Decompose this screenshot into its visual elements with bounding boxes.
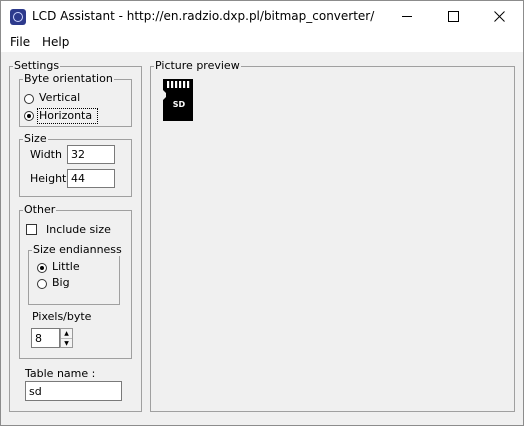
title-bar[interactable]: LCD Assistant - http://en.radzio.dxp.pl/… xyxy=(1,1,523,32)
spin-up-icon[interactable]: ▲ xyxy=(61,329,72,338)
settings-group: Settings Byte orientation Vertical Horiz… xyxy=(9,59,142,412)
size-group: Size Width Height xyxy=(19,132,132,197)
big-radio[interactable] xyxy=(37,279,47,289)
size-endianness-label: Size endianness xyxy=(32,243,123,256)
spin-down-icon[interactable]: ▼ xyxy=(61,338,72,348)
height-label: Height xyxy=(30,172,67,185)
settings-group-label: Settings xyxy=(13,59,61,72)
byte-orientation-label: Byte orientation xyxy=(23,72,114,85)
minimize-icon xyxy=(402,16,412,17)
pixels-per-byte-input[interactable] xyxy=(31,328,60,348)
size-group-label: Size xyxy=(23,132,48,145)
width-input[interactable] xyxy=(67,145,115,164)
close-icon xyxy=(493,11,505,22)
pixels-per-byte-spinner[interactable]: ▲ ▼ xyxy=(60,328,73,348)
vertical-radio[interactable] xyxy=(24,94,34,104)
little-radio-label[interactable]: Little xyxy=(52,260,80,273)
sd-card-text: SD xyxy=(173,100,186,109)
horizontal-radio-label[interactable]: Horizonta xyxy=(39,109,92,122)
width-label: Width xyxy=(30,148,62,161)
sd-card-image: SD xyxy=(163,79,193,121)
height-input[interactable] xyxy=(67,169,115,188)
other-group: Other Include size Size endianness Littl… xyxy=(19,203,132,359)
close-button[interactable] xyxy=(476,1,522,32)
horizontal-radio[interactable] xyxy=(24,111,34,121)
size-endianness-group: Size endianness Little Big xyxy=(28,243,123,305)
other-group-label: Other xyxy=(23,203,57,216)
menu-bar: File Help xyxy=(1,32,523,52)
maximize-button[interactable] xyxy=(430,1,476,32)
picture-preview-label: Picture preview xyxy=(154,59,241,72)
client-area: Settings Byte orientation Vertical Horiz… xyxy=(1,52,523,425)
byte-orientation-group: Byte orientation Vertical Horizonta xyxy=(19,72,132,127)
little-radio[interactable] xyxy=(37,263,47,273)
minimize-button[interactable] xyxy=(384,1,430,32)
maximize-icon xyxy=(447,11,459,22)
pixels-per-byte-label: Pixels/byte xyxy=(32,310,92,323)
include-size-label[interactable]: Include size xyxy=(46,223,111,236)
app-logo-icon[interactable] xyxy=(10,9,26,25)
table-name-input[interactable] xyxy=(25,381,122,401)
table-name-label: Table name : xyxy=(25,367,96,380)
big-radio-label[interactable]: Big xyxy=(52,276,70,289)
menu-help[interactable]: Help xyxy=(42,35,69,49)
include-size-checkbox[interactable] xyxy=(26,224,37,235)
picture-preview-group: Picture preview xyxy=(150,59,515,412)
app-window: LCD Assistant - http://en.radzio.dxp.pl/… xyxy=(0,0,524,426)
menu-file[interactable]: File xyxy=(10,35,30,49)
window-title: LCD Assistant - http://en.radzio.dxp.pl/… xyxy=(32,9,375,23)
vertical-radio-label[interactable]: Vertical xyxy=(39,91,80,104)
